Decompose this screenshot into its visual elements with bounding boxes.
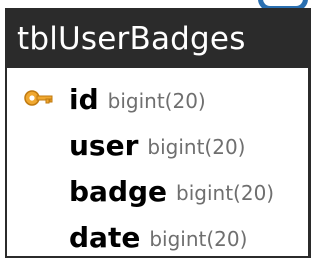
field-name: badge: [69, 174, 168, 208]
cropped-top-strip: [0, 0, 315, 8]
field-name: id: [69, 82, 99, 116]
empty-key-slot: [7, 122, 69, 168]
field-type: bigint(20): [147, 135, 246, 159]
field-row-user[interactable]: user bigint(20): [7, 122, 308, 168]
table-name: tblUserBadges: [7, 10, 308, 68]
empty-key-slot: [7, 168, 69, 214]
table-entity[interactable]: tblUserBadges id bigint(20) user bigint(…: [5, 8, 311, 258]
field-row-id[interactable]: id bigint(20): [7, 76, 308, 122]
key-icon: [24, 90, 53, 106]
primary-key-slot: [7, 76, 69, 122]
field-row-badge[interactable]: badge bigint(20): [7, 168, 308, 214]
field-row-date[interactable]: date bigint(20): [7, 214, 308, 260]
field-name: user: [69, 128, 139, 162]
field-name: date: [69, 220, 141, 254]
field-type: bigint(20): [149, 227, 248, 251]
field-type: bigint(20): [176, 181, 275, 205]
cropped-heading-glyph: [258, 0, 308, 8]
empty-key-slot: [7, 214, 69, 260]
field-list: id bigint(20) user bigint(20) badge bigi…: [7, 76, 308, 260]
field-type: bigint(20): [107, 89, 206, 113]
